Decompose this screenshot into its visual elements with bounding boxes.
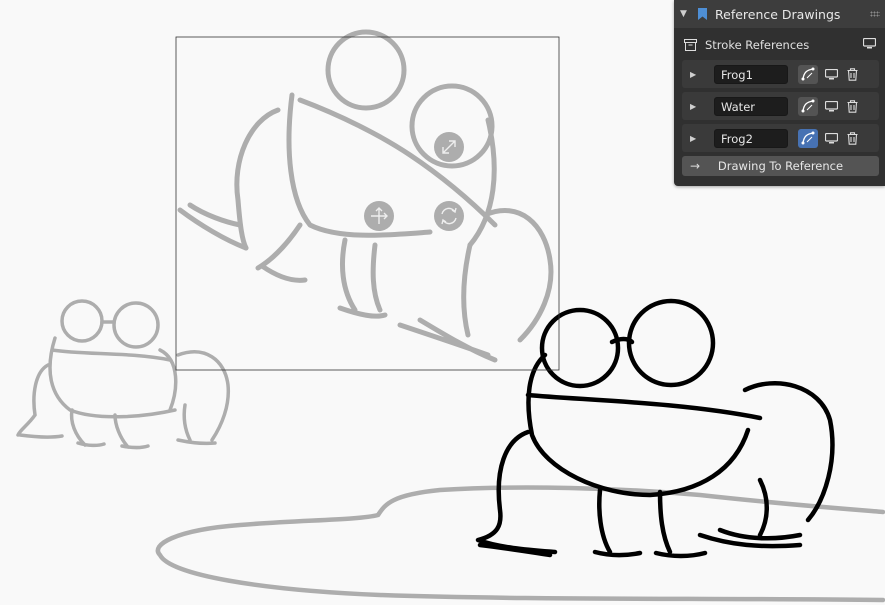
expand-arrow-icon[interactable]: ▶: [690, 134, 714, 143]
reference-name-field[interactable]: Water: [714, 96, 788, 116]
rotate-gizmo-button[interactable]: [434, 201, 464, 231]
monitor-icon: [862, 37, 877, 49]
monitor-icon: [825, 100, 838, 111]
delete-reference-button[interactable]: [847, 131, 858, 145]
curve-edit-button-active[interactable]: [798, 128, 818, 148]
section-title: Stroke References: [705, 38, 810, 52]
expand-arrow-icon[interactable]: ▶: [690, 102, 714, 111]
reference-row-frog1: ▶ Frog1: [682, 60, 879, 88]
delete-reference-button[interactable]: [847, 99, 858, 113]
curve-edit-button[interactable]: [798, 64, 818, 84]
expand-arrow-icon[interactable]: ▶: [690, 70, 714, 79]
reference-name-field[interactable]: Frog1: [714, 64, 788, 84]
delete-reference-button[interactable]: [847, 67, 858, 81]
visibility-toggle[interactable]: [825, 100, 838, 112]
curve-edit-icon: [801, 131, 815, 145]
drawing-to-reference-label: Drawing To Reference: [717, 159, 844, 173]
monitor-icon: [825, 132, 838, 143]
section-visibility-button[interactable]: [862, 37, 877, 52]
monitor-icon: [825, 68, 838, 79]
reference-name-field[interactable]: Frog2: [714, 128, 788, 148]
trash-icon: [847, 131, 858, 145]
panel-title: Reference Drawings: [715, 6, 841, 22]
transform-bounding-box[interactable]: [175, 36, 560, 371]
stroke-references-header: Stroke References: [674, 30, 885, 60]
trash-icon: [847, 99, 858, 113]
curve-edit-icon: [801, 99, 815, 113]
drag-grip-icon[interactable]: [870, 11, 880, 17]
drawing-frog-black: [475, 298, 835, 559]
visibility-toggle[interactable]: [825, 132, 838, 144]
move-gizmo-button[interactable]: [364, 201, 394, 231]
trash-icon: [847, 67, 858, 81]
curve-edit-button[interactable]: [798, 96, 818, 116]
archive-box-icon: [684, 39, 697, 51]
arrow-right-icon: →: [690, 159, 701, 173]
reference-row-frog2: ▶ Frog2: [682, 124, 879, 152]
reference-frog-large: [177, 29, 554, 363]
scale-gizmo-button[interactable]: [434, 132, 464, 162]
curve-edit-icon: [801, 67, 815, 81]
triangle-down-icon[interactable]: ▼: [680, 9, 694, 19]
reference-row-water: ▶ Water: [682, 92, 879, 120]
drawing-to-reference-button[interactable]: → Drawing To Reference: [682, 156, 879, 176]
reference-frog-small: [16, 299, 231, 450]
visibility-toggle[interactable]: [825, 68, 838, 80]
bookmark-icon: [698, 8, 707, 20]
reference-drawings-panel: ▼ Reference Drawings Stroke References ▶…: [674, 0, 885, 186]
panel-header[interactable]: ▼ Reference Drawings: [674, 0, 885, 28]
